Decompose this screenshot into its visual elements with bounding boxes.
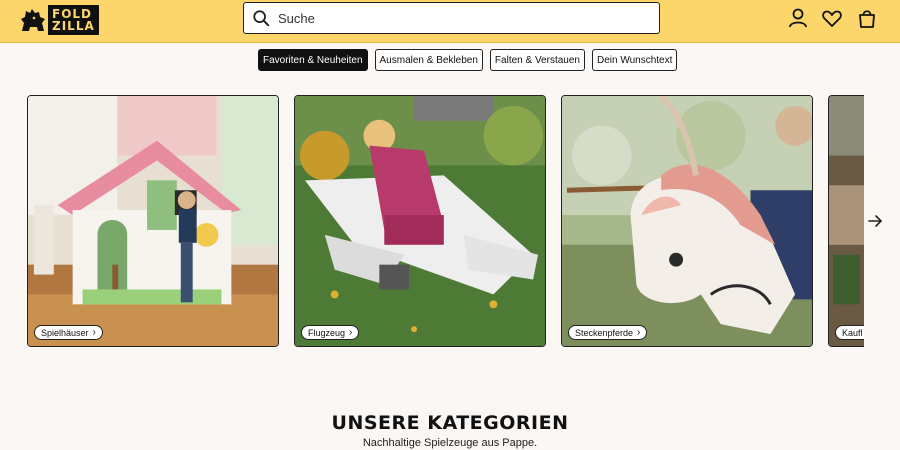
filter-pill-falten[interactable]: Falten & Verstauen	[489, 49, 585, 71]
card-label-text: Steckenpferde	[575, 327, 634, 338]
account-icon[interactable]	[787, 7, 809, 29]
section-subtitle: Nachhaltige Spielzeuge aus Pappe.	[362, 437, 538, 449]
bag-icon[interactable]	[856, 7, 878, 29]
product-card-steckenpferde[interactable]: Steckenpferde ›	[561, 95, 813, 347]
shop-photo	[829, 96, 864, 346]
search-input[interactable]	[278, 10, 638, 26]
playhouse-photo	[28, 96, 278, 346]
card-label-spielhaeuser[interactable]: Spielhäuser ›	[34, 325, 103, 340]
card-label-text: Spielhäuser	[41, 327, 89, 338]
chevron-right-icon: ›	[349, 326, 353, 338]
logo-wordmark: FOLD ZILLA	[48, 5, 99, 35]
card-label-text: Flugzeug	[308, 327, 346, 338]
arrow-right-icon[interactable]	[866, 212, 884, 230]
card-label-steckenpferde[interactable]: Steckenpferde ›	[568, 325, 648, 340]
chevron-right-icon: ›	[637, 326, 641, 338]
card-label-text: Kaufl	[842, 327, 863, 338]
chevron-right-icon: ›	[92, 326, 96, 338]
filter-pill-favoriten[interactable]: Favoriten & Neuheiten	[258, 49, 368, 71]
product-card-kaufladen[interactable]: Kaufl	[828, 95, 864, 347]
site-header: FOLD ZILLA	[0, 0, 900, 43]
logo-line-2: ZILLA	[52, 19, 95, 33]
dinosaur-logo-icon	[21, 9, 45, 31]
foldzilla-logo[interactable]: FOLD ZILLA	[18, 4, 99, 36]
search-bar[interactable]	[243, 2, 660, 34]
heart-icon[interactable]	[821, 7, 843, 29]
card-label-flugzeug[interactable]: Flugzeug ›	[301, 325, 360, 340]
hobby-horse-photo	[562, 96, 812, 346]
product-card-flugzeug[interactable]: Flugzeug ›	[294, 95, 546, 347]
search-icon[interactable]	[252, 9, 270, 27]
section-title: UNSERE KATEGORIEN	[331, 412, 569, 434]
product-card-spielhaeuser[interactable]: Spielhäuser ›	[27, 95, 279, 347]
card-label-kaufladen[interactable]: Kaufl	[835, 325, 864, 340]
airplane-photo	[295, 96, 545, 346]
category-filter-bar: Favoriten & Neuheiten Ausmalen & Beklebe…	[258, 49, 678, 71]
filter-pill-ausmalen[interactable]: Ausmalen & Bekleben	[374, 49, 483, 71]
filter-pill-wunschtext[interactable]: Dein Wunschtext	[591, 49, 678, 71]
